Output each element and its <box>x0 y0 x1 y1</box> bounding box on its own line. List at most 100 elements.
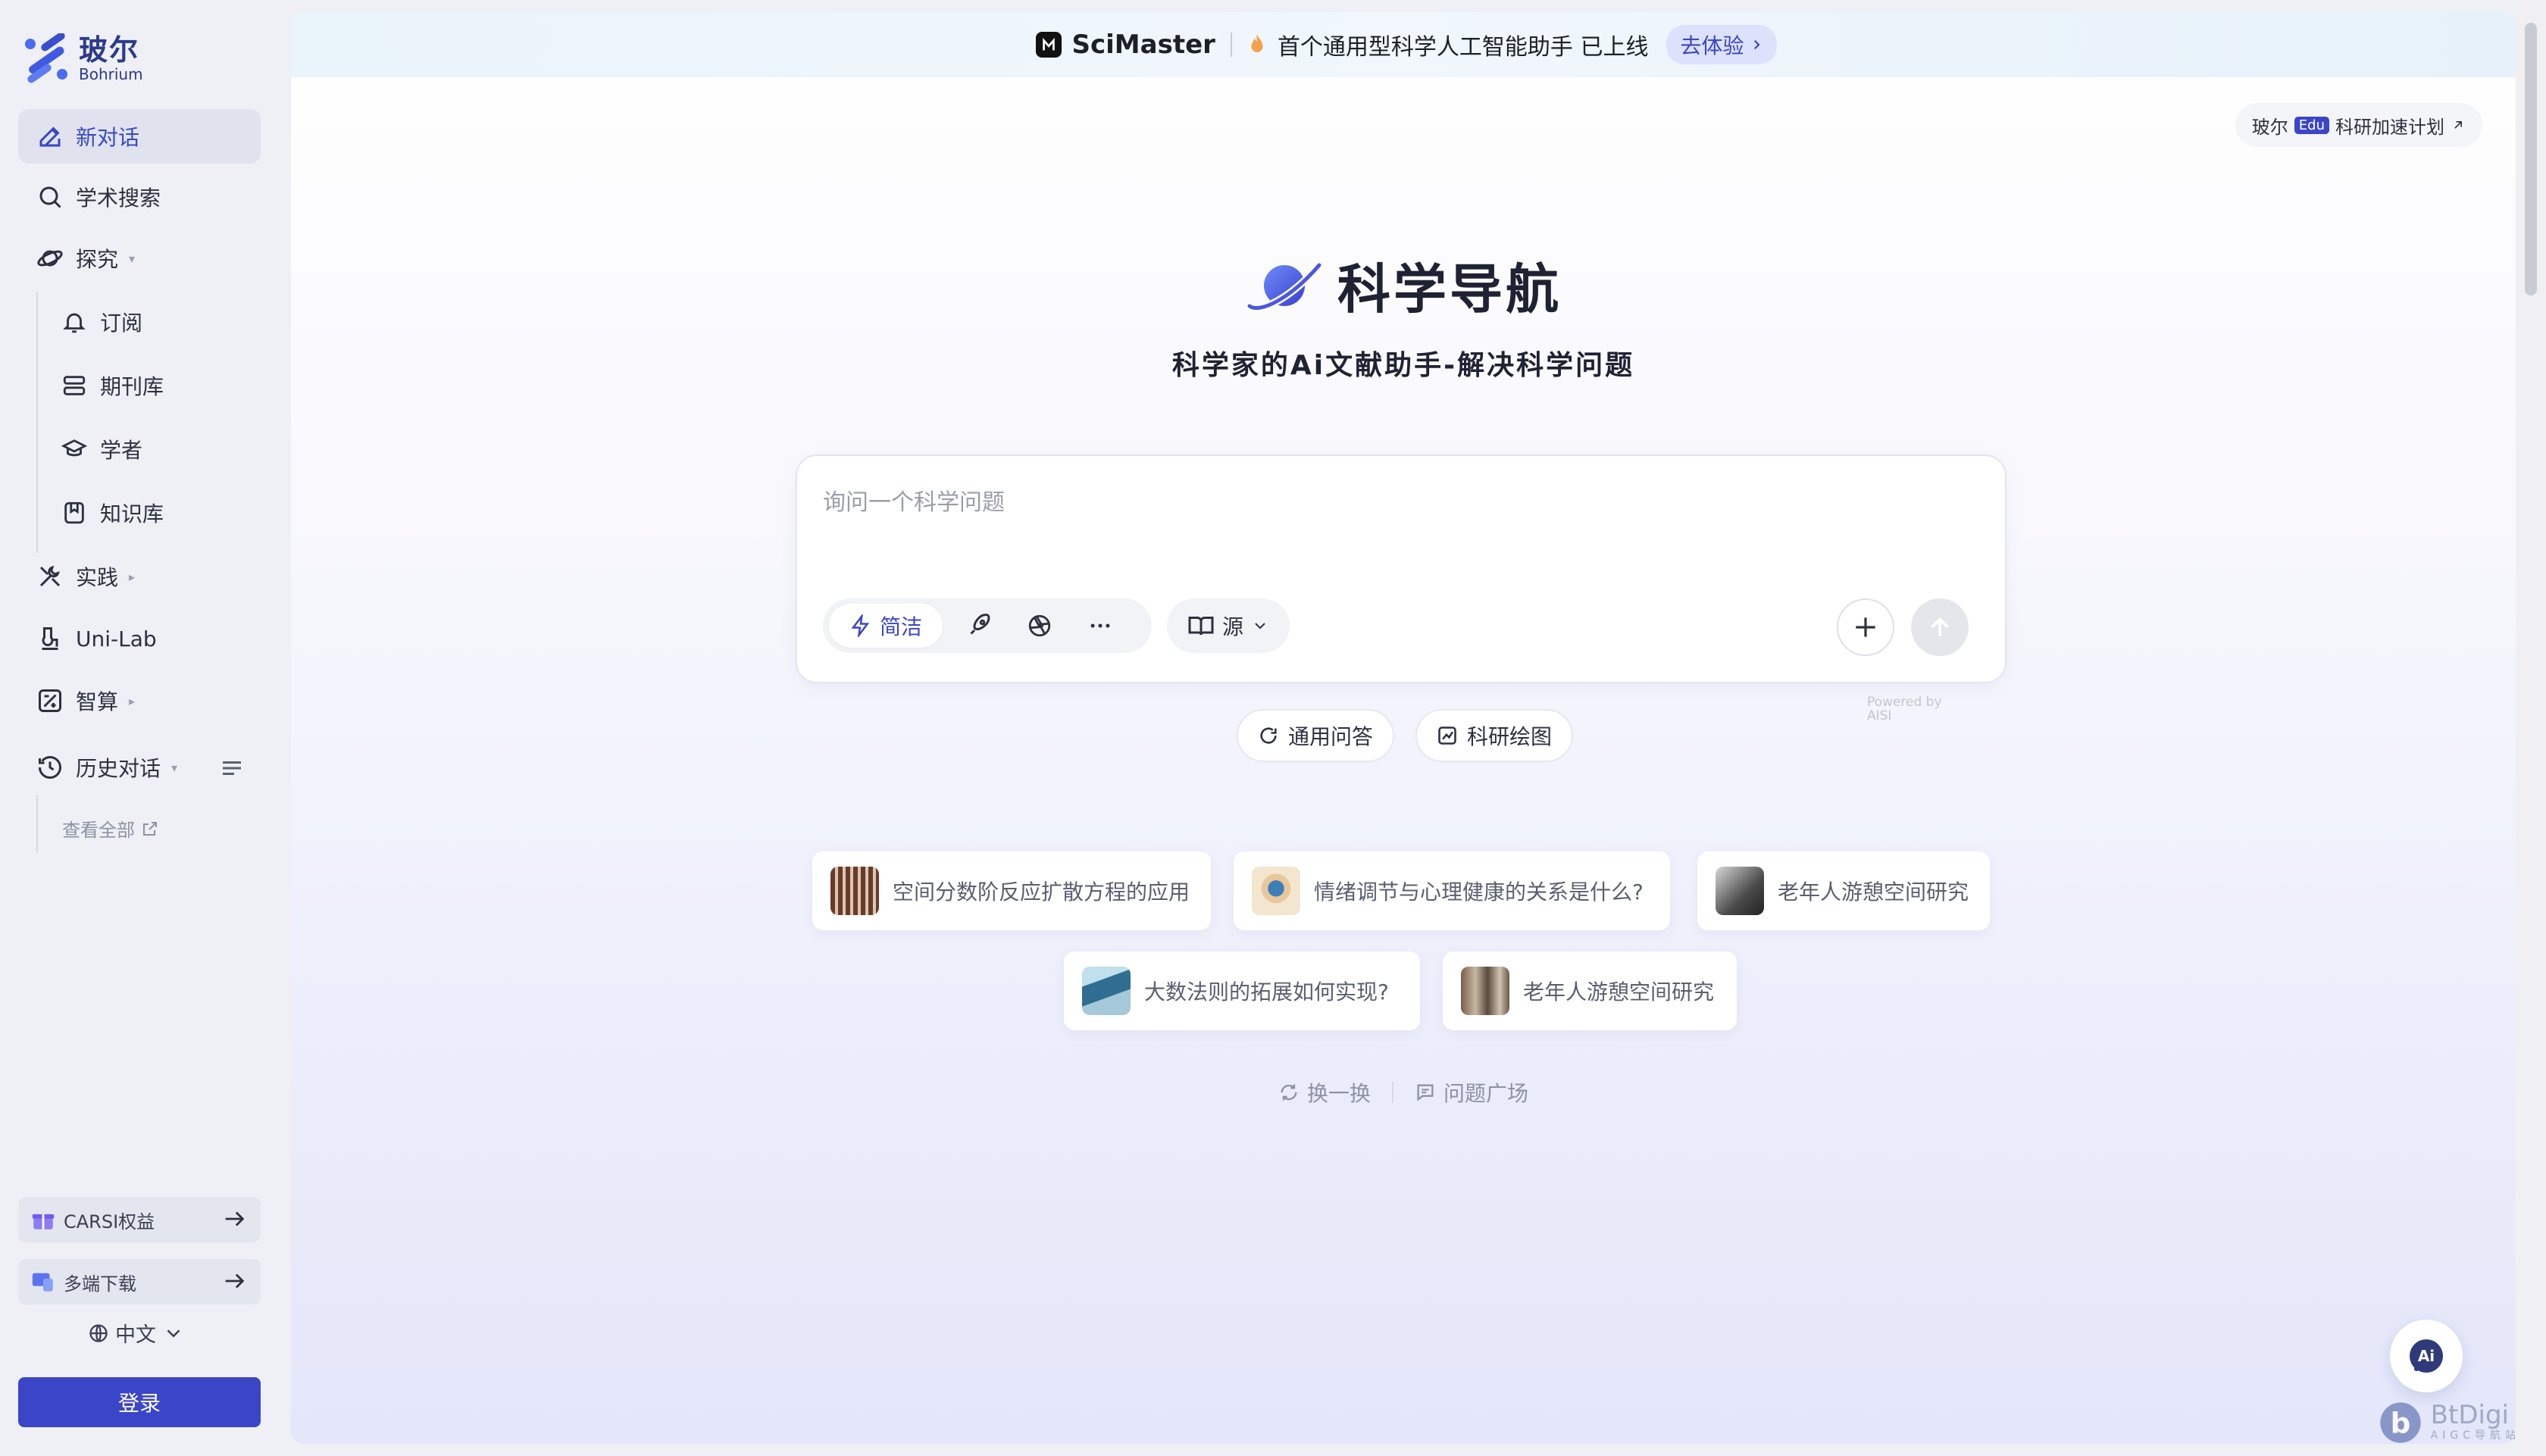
lightning-icon <box>851 614 870 637</box>
book-open-icon <box>1188 617 1214 636</box>
gift-icon <box>32 1214 55 1229</box>
question-text: 情绪调节与心理健康的关系是什么? <box>1314 880 1644 905</box>
hero: 科学导航 科学家的Ai文献助手-解决科学问题 <box>291 247 2516 383</box>
brand-name-cn: 玻尔 <box>79 33 140 67</box>
watermark: b BtDigi AIGC导航站 <box>2376 1398 2520 1447</box>
history-icon <box>35 752 65 783</box>
divider <box>1392 1082 1393 1103</box>
graduation-cap-icon <box>59 434 89 464</box>
attach-button[interactable] <box>1837 598 1894 656</box>
arrow-right-icon <box>225 1273 245 1289</box>
page-scrollbar-thumb[interactable] <box>2525 23 2537 295</box>
sidebar-item-journals[interactable]: 期刊库 <box>44 358 261 413</box>
brand-logo[interactable]: 玻尔 Bohrium <box>23 33 143 83</box>
chevron-right-icon: ▸ <box>129 569 136 584</box>
view-all-label: 查看全部 <box>62 820 135 841</box>
question-input[interactable] <box>823 483 1960 521</box>
question-text: 老年人游憩空间研究 <box>1523 980 1715 1005</box>
question-square-label: 问题广场 <box>1443 1081 1529 1106</box>
suggested-question-card[interactable]: 情绪调节与心理健康的关系是什么? <box>1234 851 1670 930</box>
planet-logo-icon <box>1246 261 1323 311</box>
chevron-down-icon: ▾ <box>171 760 178 775</box>
sidebar-item-compute[interactable]: 智算 ▸ <box>18 673 261 728</box>
svg-text:Ai: Ai <box>2418 1347 2435 1365</box>
sidebar-item-label: 学者 <box>100 438 143 463</box>
language-selector[interactable]: 中文 <box>88 1318 185 1348</box>
chip-label: 科研绘图 <box>1467 724 1553 749</box>
plus-icon <box>1856 617 1875 637</box>
arrow-up-icon <box>1931 617 1949 636</box>
compute-icon <box>35 686 65 716</box>
suggested-question-card[interactable]: 老年人游憩空间研究 <box>1443 951 1737 1030</box>
ai-assistant-button[interactable]: Ai <box>2390 1320 2463 1392</box>
edu-research-plan-link[interactable]: 玻尔 Edu 科研加速计划 <box>2235 103 2482 147</box>
banner-divider <box>1230 33 1232 57</box>
sidebar-item-explore[interactable]: 探究 ▾ <box>18 231 261 286</box>
more-options-button[interactable] <box>1070 604 1131 648</box>
brand-name-en: Bohrium <box>79 65 143 83</box>
chart-draw-icon <box>1438 726 1456 745</box>
sidebar-item-practice[interactable]: 实践 ▸ <box>18 549 261 604</box>
mode-concise-button[interactable]: 简洁 <box>829 604 943 648</box>
bohrium-logo-icon <box>25 33 67 83</box>
mode-agent-button[interactable] <box>1009 604 1070 648</box>
multi-device-download-button[interactable]: 多端下载 <box>18 1259 261 1304</box>
database-icon <box>59 370 89 401</box>
question-text: 老年人游憩空间研究 <box>1778 880 1969 905</box>
mode-selector: 简洁 <box>823 598 1152 653</box>
main-panel: SciMaster 首个通用型科学人工智能助手 已上线 去体验 玻尔 Edu 科… <box>291 12 2516 1444</box>
sidebar-item-new-chat[interactable]: 新对话 <box>18 109 261 164</box>
sidebar-item-history[interactable]: 历史对话 ▾ <box>18 740 208 795</box>
suggested-question-card[interactable]: 空间分数阶反应扩散方程的应用 <box>812 851 1211 930</box>
try-now-label: 去体验 <box>1680 33 1744 58</box>
edu-prefix: 玻尔 <box>2251 116 2288 138</box>
sidebar-item-subscribe[interactable]: 订阅 <box>44 295 261 349</box>
chevron-down-icon: ▾ <box>129 251 136 266</box>
carsi-benefits-button[interactable]: CARSI权益 <box>18 1197 261 1242</box>
planet-icon <box>35 243 65 273</box>
send-button[interactable] <box>1911 598 1969 656</box>
sidebar-item-label: 历史对话 <box>76 756 161 781</box>
list-icon[interactable] <box>218 755 246 782</box>
sidebar-item-label: 智算 <box>76 689 119 714</box>
arrow-right-icon <box>225 1211 245 1226</box>
view-all-link[interactable]: 查看全部 <box>62 815 159 842</box>
chip-general-qa[interactable]: 通用问答 <box>1237 709 1395 762</box>
mode-deep-button[interactable] <box>949 604 1009 648</box>
page-subtitle: 科学家的Ai文献助手-解决科学问题 <box>1171 350 1635 381</box>
sidebar-item-scholars[interactable]: 学者 <box>44 422 261 476</box>
chevron-right-icon <box>1754 39 1761 50</box>
sidebar: 玻尔 Bohrium 新对话 学术搜索 探究 ▾ 订阅 期刊库 学者 知识库 实… <box>0 0 291 1456</box>
try-now-button[interactable]: 去体验 <box>1666 25 1778 64</box>
suggested-question-card[interactable]: 老年人游憩空间研究 <box>1697 851 1990 930</box>
shuffle-button[interactable]: 换一换 <box>1278 1077 1371 1108</box>
sidebar-item-academic-search[interactable]: 学术搜索 <box>18 170 261 224</box>
abacus-thumbnail <box>830 867 879 915</box>
mode-concise-label: 简洁 <box>879 614 922 639</box>
elderly-portrait-thumbnail <box>1716 867 1764 915</box>
chip-label: 通用问答 <box>1288 724 1374 749</box>
message-square-icon <box>1417 1084 1434 1101</box>
question-text: 空间分数阶反应扩散方程的应用 <box>893 880 1190 905</box>
sidebar-item-knowledge-base[interactable]: 知识库 <box>44 486 261 540</box>
lab-icon <box>35 623 65 654</box>
sidebar-item-label: Uni-Lab <box>76 626 157 651</box>
question-square-link[interactable]: 问题广场 <box>1415 1077 1528 1108</box>
bookmark-icon <box>59 498 89 528</box>
suggested-question-card[interactable]: 大数法则的拓展如何实现? <box>1064 951 1420 1030</box>
sidebar-item-label: 订阅 <box>100 311 143 336</box>
banner-text: 首个通用型科学人工智能助手 已上线 <box>1277 34 1649 61</box>
graph-thumbnail <box>1082 967 1131 1015</box>
search-icon <box>35 182 65 212</box>
source-selector[interactable]: 源 <box>1167 598 1290 653</box>
source-label: 源 <box>1221 614 1243 639</box>
app-root: 玻尔 Bohrium 新对话 学术搜索 探究 ▾ 订阅 期刊库 学者 知识库 实… <box>0 0 2546 1456</box>
chip-research-drawing[interactable]: 科研绘图 <box>1415 709 1574 762</box>
watermark-logo-icon: b <box>2379 1402 2421 1443</box>
external-link-icon <box>143 821 157 836</box>
more-horizontal-icon <box>1090 623 1110 628</box>
login-button[interactable]: 登录 <box>18 1377 261 1427</box>
sidebar-item-uni-lab[interactable]: Uni-Lab <box>18 611 261 666</box>
question-actions: 换一换 问题广场 <box>291 1077 2516 1108</box>
announcement-banner[interactable]: SciMaster 首个通用型科学人工智能助手 已上线 去体验 <box>291 12 2516 77</box>
